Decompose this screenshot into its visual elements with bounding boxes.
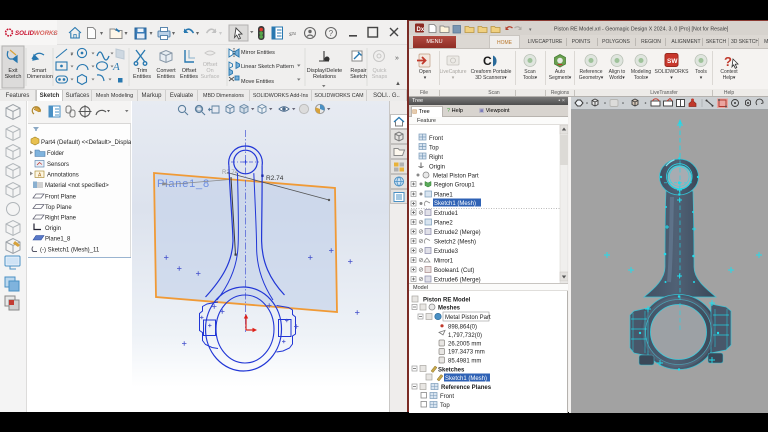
svg-text:Metal Piston Part: Metal Piston Part xyxy=(445,315,491,321)
svg-text:▾: ▾ xyxy=(172,31,175,37)
svg-text:Mirror1: Mirror1 xyxy=(434,259,454,265)
svg-text:Top: Top xyxy=(429,146,439,152)
svg-text:85.4981 mm: 85.4981 mm xyxy=(448,359,481,365)
svg-text:Sketch1 (Mesh): Sketch1 (Mesh) xyxy=(434,201,476,207)
svg-text:R2.74: R2.74 xyxy=(266,175,284,182)
svg-text:Sensors: Sensors xyxy=(47,162,69,168)
svg-text:Piston RE Model.xrl - Geomagic: Piston RE Model.xrl - Geomagic Design X … xyxy=(554,27,729,33)
svg-text:Front: Front xyxy=(429,136,443,142)
svg-text:▾: ▾ xyxy=(125,31,128,37)
svg-text:Reference Planes: Reference Planes xyxy=(441,385,492,391)
svg-text:▾: ▾ xyxy=(100,31,103,37)
svg-text:Metal Piston Part: Metal Piston Part xyxy=(433,174,479,180)
svg-text:Plane1_8: Plane1_8 xyxy=(45,237,71,243)
svg-text:Top Plane: Top Plane xyxy=(45,205,72,211)
svg-text:Piston RE Model: Piston RE Model xyxy=(423,298,471,304)
svg-text:26.2005 mm: 26.2005 mm xyxy=(448,341,481,347)
svg-text:Top: Top xyxy=(440,403,450,409)
svg-text:Sketches: Sketches xyxy=(438,367,465,373)
svg-text:▾: ▾ xyxy=(529,27,532,33)
svg-text:898,864(0): 898,864(0) xyxy=(448,324,477,330)
svg-text:▾: ▾ xyxy=(196,31,199,37)
svg-text:1,797,732(0): 1,797,732(0) xyxy=(448,333,482,339)
svg-text:Sketch1 (Mesh): Sketch1 (Mesh) xyxy=(445,376,487,382)
svg-text:Boolean1 (Cut): Boolean1 (Cut) xyxy=(434,268,474,274)
svg-text:▾: ▾ xyxy=(150,31,153,37)
svg-text:R2.74: R2.74 xyxy=(222,170,239,176)
svg-text:s≈: s≈ xyxy=(289,29,296,38)
svg-text:Folder: Folder xyxy=(47,151,64,157)
svg-text:Part4 (Default) <<Default>_Dis: Part4 (Default) <<Default>_Display S xyxy=(41,140,131,146)
svg-text:Plane1: Plane1 xyxy=(434,193,453,199)
svg-text:Front: Front xyxy=(440,394,454,400)
svg-text:Extrude1: Extrude1 xyxy=(434,211,459,217)
svg-text:Extrude3: Extrude3 xyxy=(434,249,459,255)
svg-text:Right Plane: Right Plane xyxy=(45,216,77,222)
svg-text:SW: SW xyxy=(667,58,678,65)
svg-text:197.3473 mm: 197.3473 mm xyxy=(448,350,485,356)
svg-text:Sketch2 (Mesh): Sketch2 (Mesh) xyxy=(434,240,476,246)
svg-text:?: ? xyxy=(329,29,334,38)
svg-text:Front Plane: Front Plane xyxy=(45,195,77,201)
svg-text:Region Group1: Region Group1 xyxy=(434,183,475,189)
svg-text:▾: ▾ xyxy=(219,31,222,37)
svg-text:(-) Sketch1 (Mesh)_11: (-) Sketch1 (Mesh)_11 xyxy=(40,248,100,254)
svg-text:▲: ▲ xyxy=(395,81,401,87)
svg-text:Annotations: Annotations xyxy=(47,173,79,179)
svg-text:Origin: Origin xyxy=(45,226,61,232)
svg-text:»: » xyxy=(395,55,399,62)
svg-text:SOLIDWORKS: SOLIDWORKS xyxy=(15,30,59,37)
svg-text:Plane2: Plane2 xyxy=(434,221,453,227)
svg-text:Origin: Origin xyxy=(429,165,445,171)
svg-text:Right: Right xyxy=(429,155,443,161)
svg-text:Extrude2 (Merge): Extrude2 (Merge) xyxy=(434,230,481,236)
svg-text:C: C xyxy=(483,54,492,68)
svg-text:Dx: Dx xyxy=(417,27,425,33)
svg-text:?: ? xyxy=(724,54,732,69)
svg-text:Material <not specified>: Material <not specified> xyxy=(45,183,109,189)
svg-text:A: A xyxy=(112,61,120,73)
svg-text:Meshes: Meshes xyxy=(438,306,461,312)
